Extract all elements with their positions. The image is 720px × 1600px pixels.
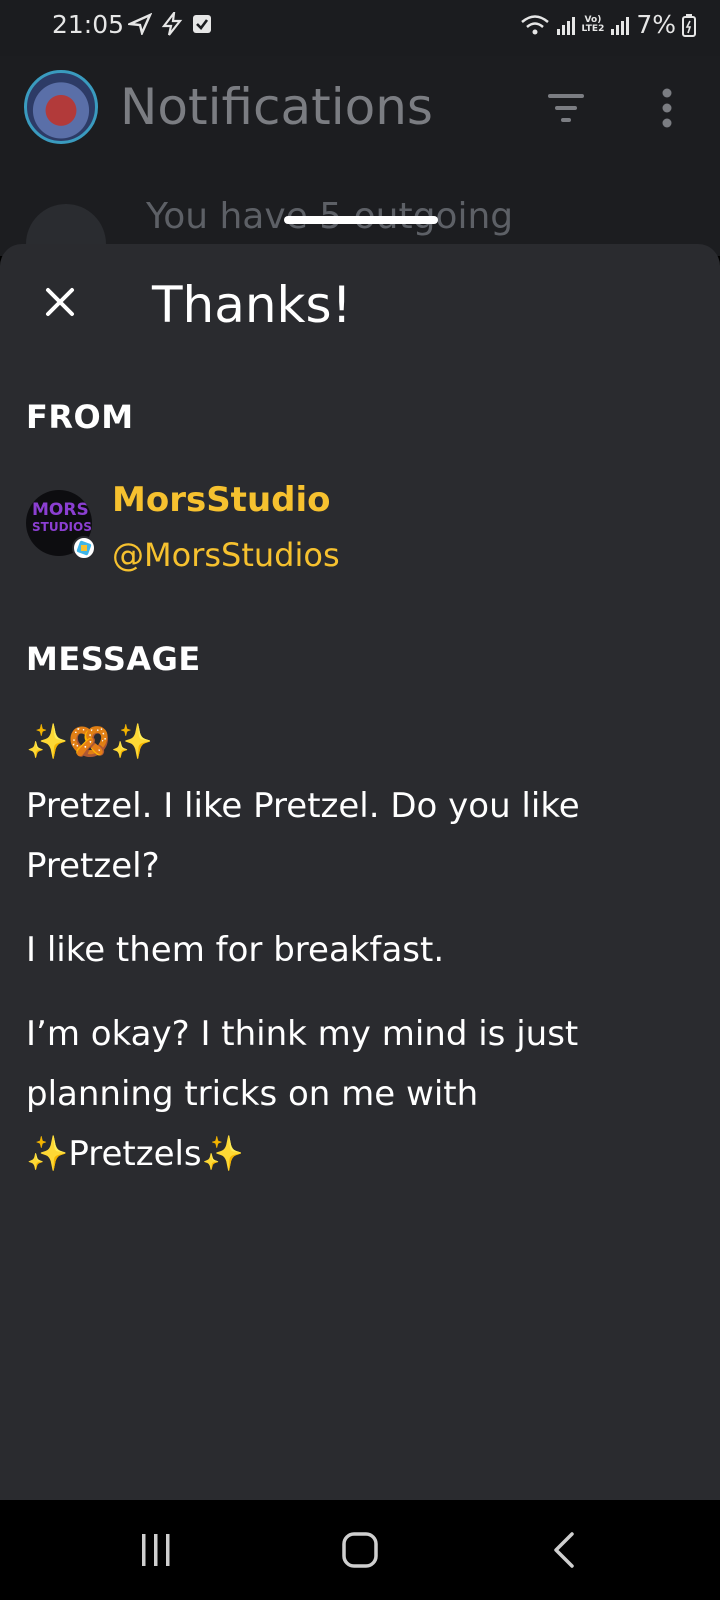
message-label: MESSAGE: [26, 640, 201, 678]
sender-name[interactable]: MorsStudio: [112, 480, 331, 520]
recent-apps-icon[interactable]: [138, 1530, 174, 1570]
signal-icon-2: [611, 16, 630, 35]
close-icon[interactable]: [36, 278, 84, 326]
more-options-icon[interactable]: [660, 88, 674, 128]
battery-percent: 7%: [636, 10, 676, 39]
from-label: FROM: [26, 398, 134, 436]
back-icon[interactable]: [550, 1530, 578, 1570]
message-emoji: ✨🥨✨: [26, 722, 154, 762]
message-paragraph: Pretzel. I like Pretzel. Do you like Pre…: [26, 786, 580, 886]
page-title: Notifications: [120, 78, 433, 136]
status-bar: 21:05 Vo) LTE2 7%: [0, 0, 720, 56]
sheet-drag-handle[interactable]: [284, 216, 438, 224]
signal-icon: [556, 16, 575, 35]
send-icon: [125, 12, 153, 37]
status-time: 21:05: [52, 10, 125, 39]
wifi-icon: [520, 14, 549, 34]
sender-handle[interactable]: @MorsStudios: [112, 536, 340, 574]
thanks-bottom-sheet: Thanks! FROM MORS STUDIOS MorsStudio @Mo…: [0, 244, 720, 1500]
message-paragraph: I’m okay? I think my mind is just planni…: [26, 1014, 579, 1174]
avatar-logo-text: MORS: [32, 500, 89, 520]
home-icon[interactable]: [340, 1530, 380, 1570]
battery-icon: [682, 13, 696, 37]
flash-icon: [161, 9, 183, 36]
notifications-page: Notifications You have 5 outgoing: [0, 56, 720, 256]
profile-avatar[interactable]: [24, 70, 98, 144]
status-right-icons: Vo) LTE2 7%: [520, 10, 696, 39]
verified-badge-icon: [72, 536, 96, 560]
navigation-bar: [0, 1500, 720, 1600]
avatar-logo-subtext: STUDIOS: [32, 520, 92, 534]
sheet-title: Thanks!: [152, 276, 352, 334]
status-left-icons: [125, 9, 216, 37]
checkbox-icon: [193, 15, 212, 33]
volte-indicator: Vo) LTE2: [581, 14, 605, 34]
filter-icon[interactable]: [546, 92, 586, 124]
message-paragraph: I like them for breakfast.: [26, 930, 445, 970]
